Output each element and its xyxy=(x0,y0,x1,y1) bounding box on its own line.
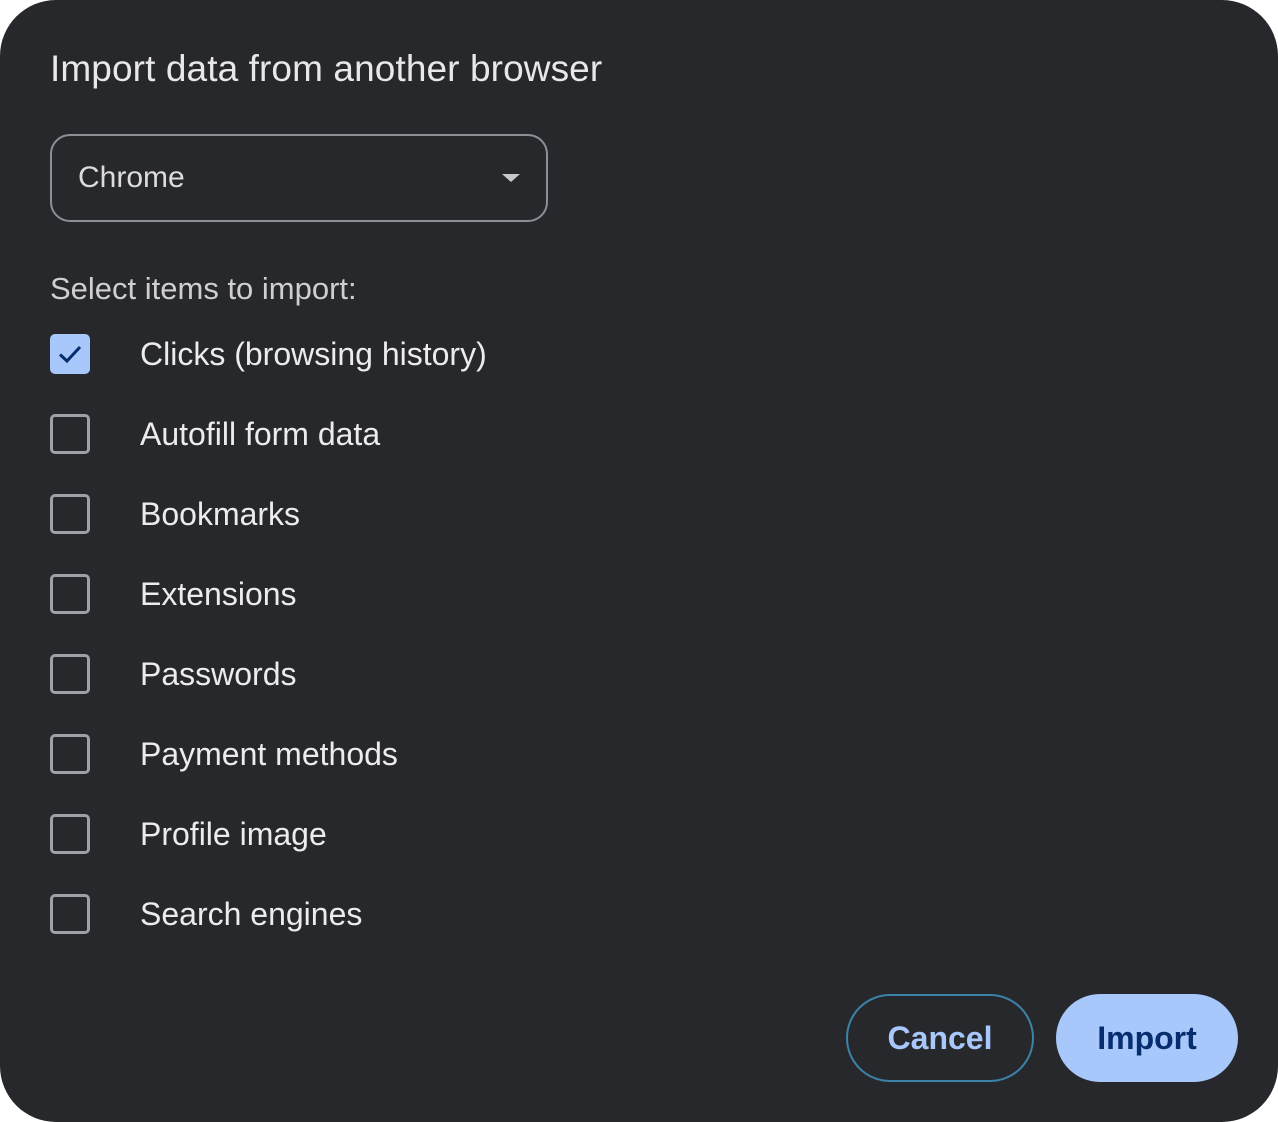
item-checkbox[interactable] xyxy=(50,574,90,614)
item-checkbox[interactable] xyxy=(50,414,90,454)
item-label: Autofill form data xyxy=(140,415,381,452)
import-item-payment-methods[interactable]: Payment methods xyxy=(50,734,398,774)
import-item-profile-image[interactable]: Profile image xyxy=(50,814,327,854)
checkmark-icon xyxy=(58,345,82,364)
item-checkbox[interactable] xyxy=(50,334,90,374)
item-label: Search engines xyxy=(140,895,363,932)
import-item-extensions[interactable]: Extensions xyxy=(50,574,297,614)
import-item-passwords[interactable]: Passwords xyxy=(50,654,297,694)
item-checkbox[interactable] xyxy=(50,894,90,934)
item-label: Extensions xyxy=(140,575,297,612)
import-item-search-engines[interactable]: Search engines xyxy=(50,894,362,934)
item-label: Bookmarks xyxy=(140,495,301,532)
browser-select-value: Chrome xyxy=(78,161,185,194)
import-item-clicks[interactable]: Clicks (browsing history) xyxy=(50,334,487,374)
item-checkbox[interactable] xyxy=(50,494,90,534)
chevron-down-icon xyxy=(502,174,520,182)
item-label: Profile image xyxy=(140,815,327,852)
item-checkbox[interactable] xyxy=(50,654,90,694)
item-label: Passwords xyxy=(140,655,297,692)
item-checkbox[interactable] xyxy=(50,734,90,774)
dialog-title: Import data from another browser xyxy=(50,48,603,89)
cancel-button[interactable]: Cancel xyxy=(846,994,1034,1082)
item-checkbox[interactable] xyxy=(50,814,90,854)
import-item-bookmarks[interactable]: Bookmarks xyxy=(50,494,300,534)
import-data-dialog: Import data from another browser Chrome … xyxy=(0,0,1278,1122)
section-label: Select items to import: xyxy=(50,271,357,306)
item-label: Payment methods xyxy=(140,735,398,772)
browser-select[interactable]: Chrome xyxy=(50,134,548,222)
item-label: Clicks (browsing history) xyxy=(140,335,487,372)
import-item-autofill[interactable]: Autofill form data xyxy=(50,414,380,454)
import-button[interactable]: Import xyxy=(1056,994,1238,1082)
